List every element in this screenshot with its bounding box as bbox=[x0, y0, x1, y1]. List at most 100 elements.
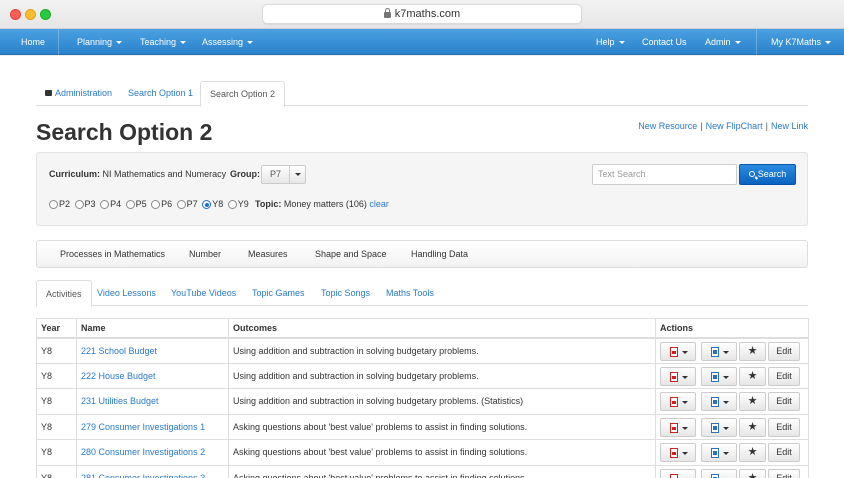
pdf-dropdown-button[interactable] bbox=[660, 392, 696, 412]
word-dropdown-button[interactable] bbox=[701, 366, 737, 386]
word-dropdown-button[interactable] bbox=[701, 417, 737, 437]
pdf-file-icon bbox=[670, 422, 678, 433]
edit-button[interactable]: Edit bbox=[768, 468, 800, 478]
new-link-link[interactable]: New Link bbox=[771, 121, 808, 131]
activity-name-link[interactable]: 222 House Budget bbox=[76, 362, 229, 389]
search-button[interactable]: Search bbox=[739, 164, 796, 185]
table-row: Y8 222 House Budget Using addition and s… bbox=[36, 362, 809, 389]
activity-name-link[interactable]: 231 Utilities Budget bbox=[76, 388, 229, 415]
radio-year-y9[interactable]: Y9 bbox=[227, 199, 249, 209]
group-select[interactable]: P7 bbox=[261, 165, 306, 184]
tab-topic-songs[interactable]: Topic Songs bbox=[312, 280, 379, 306]
nav-admin[interactable]: Admin bbox=[705, 29, 741, 55]
edit-button[interactable]: Edit bbox=[768, 341, 800, 361]
word-dropdown-button[interactable] bbox=[701, 468, 737, 478]
tab-maths-tools[interactable]: Maths Tools bbox=[377, 280, 443, 306]
search-button-label: Search bbox=[757, 169, 787, 179]
activity-name-link[interactable]: 221 School Budget bbox=[76, 337, 229, 364]
favourite-button[interactable]: ★ bbox=[739, 468, 766, 478]
group-label: Group: bbox=[230, 169, 260, 179]
activity-name-link[interactable]: 279 Consumer Investigations 1 bbox=[76, 413, 229, 440]
tab-search-option-1[interactable]: Search Option 1 bbox=[119, 81, 202, 106]
radio-year-p5[interactable]: P5 bbox=[125, 199, 147, 209]
word-file-icon bbox=[711, 397, 719, 408]
minimize-window-button[interactable] bbox=[25, 9, 36, 20]
activity-name-link[interactable]: 280 Consumer Investigations 2 bbox=[76, 439, 229, 466]
nav-divider bbox=[58, 29, 59, 55]
radio-circle bbox=[74, 200, 84, 209]
year-cell: Y8 bbox=[36, 413, 77, 440]
radio-year-p4[interactable]: P4 bbox=[100, 199, 121, 209]
link-separator: | bbox=[765, 121, 768, 131]
nav-home[interactable]: Home bbox=[21, 29, 45, 55]
new-flipchart-link[interactable]: New FlipChart bbox=[706, 121, 763, 131]
nav-assessing-label: Assessing bbox=[202, 37, 244, 47]
resource-tabs: Activities Video Lessons YouTube Videos … bbox=[36, 280, 808, 307]
word-dropdown-button[interactable] bbox=[701, 341, 737, 361]
new-resource-link[interactable]: New Resource bbox=[638, 121, 697, 131]
group-dropdown-toggle[interactable] bbox=[290, 166, 305, 183]
briefcase-icon bbox=[45, 90, 52, 96]
edit-button[interactable]: Edit bbox=[768, 366, 800, 386]
tab-youtube-videos[interactable]: YouTube Videos bbox=[162, 280, 245, 306]
favourite-button[interactable]: ★ bbox=[739, 443, 766, 463]
tab-activities[interactable]: Activities bbox=[36, 280, 92, 307]
caret-down-icon bbox=[825, 41, 832, 45]
nav-teaching[interactable]: Teaching bbox=[140, 29, 187, 55]
radio-label: P6 bbox=[161, 199, 173, 209]
activities-table-body: Y8 221 School Budget Using addition and … bbox=[36, 337, 809, 478]
edit-button[interactable]: Edit bbox=[768, 443, 800, 463]
close-window-button[interactable] bbox=[10, 9, 21, 20]
nav-planning[interactable]: Planning bbox=[77, 29, 123, 55]
topic-value: Money matters (106) bbox=[283, 199, 367, 209]
strand-processes[interactable]: Processes in Mathematics bbox=[60, 241, 165, 267]
radio-label: P2 bbox=[59, 199, 71, 209]
pdf-file-icon bbox=[670, 346, 678, 357]
pdf-dropdown-button[interactable] bbox=[660, 443, 696, 463]
lock-icon bbox=[383, 8, 391, 18]
star-icon: ★ bbox=[747, 471, 758, 478]
strand-handling-data[interactable]: Handling Data bbox=[411, 241, 468, 267]
pdf-dropdown-button[interactable] bbox=[660, 468, 696, 478]
tab-video-lessons[interactable]: Video Lessons bbox=[88, 280, 165, 306]
favourite-button[interactable]: ★ bbox=[739, 392, 766, 412]
pdf-dropdown-button[interactable] bbox=[660, 366, 696, 386]
outcome-cell: Using addition and subtraction in solvin… bbox=[228, 362, 656, 389]
nav-contact[interactable]: Contact Us bbox=[642, 29, 687, 55]
radio-year-p2[interactable]: P2 bbox=[49, 199, 70, 209]
tab-administration[interactable]: Administration bbox=[36, 81, 121, 106]
address-bar[interactable]: k7maths.com bbox=[262, 4, 582, 24]
nav-divider bbox=[756, 29, 757, 55]
pdf-dropdown-button[interactable] bbox=[660, 417, 696, 437]
strand-number[interactable]: Number bbox=[189, 241, 221, 267]
nav-help[interactable]: Help bbox=[596, 29, 625, 55]
radio-year-y8[interactable]: Y8 bbox=[202, 199, 223, 209]
edit-button-label: Edit bbox=[776, 370, 792, 381]
maximize-window-button[interactable] bbox=[40, 9, 51, 20]
edit-button[interactable]: Edit bbox=[768, 417, 800, 437]
favourite-button[interactable]: ★ bbox=[739, 341, 766, 361]
strand-shape-and-space[interactable]: Shape and Space bbox=[315, 241, 387, 267]
radio-year-p3[interactable]: P3 bbox=[74, 199, 96, 209]
tab-label: Administration bbox=[55, 88, 113, 98]
pdf-dropdown-button[interactable] bbox=[660, 341, 696, 361]
actions-group: ★ Edit bbox=[660, 442, 804, 463]
tab-topic-games[interactable]: Topic Games bbox=[243, 280, 314, 306]
nav-my-k7maths[interactable]: My K7Maths bbox=[771, 29, 832, 55]
activity-name-link[interactable]: 281 Consumer Investigations 3 bbox=[76, 464, 229, 478]
radio-year-p6[interactable]: P6 bbox=[151, 199, 172, 209]
favourite-button[interactable]: ★ bbox=[739, 366, 766, 386]
word-dropdown-button[interactable] bbox=[701, 443, 737, 463]
radio-year-p7[interactable]: P7 bbox=[176, 199, 198, 209]
radio-circle bbox=[151, 200, 161, 209]
nav-assessing[interactable]: Assessing bbox=[202, 29, 254, 55]
search-icon bbox=[748, 171, 755, 177]
strand-measures[interactable]: Measures bbox=[248, 241, 288, 267]
clear-topic-link[interactable]: clear bbox=[369, 199, 389, 209]
text-search-input[interactable]: Text Search bbox=[592, 164, 737, 185]
word-dropdown-button[interactable] bbox=[701, 392, 737, 412]
edit-button[interactable]: Edit bbox=[768, 392, 800, 412]
favourite-button[interactable]: ★ bbox=[739, 417, 766, 437]
tab-search-option-2[interactable]: Search Option 2 bbox=[200, 81, 286, 107]
actions-cell: ★ Edit bbox=[655, 362, 809, 389]
